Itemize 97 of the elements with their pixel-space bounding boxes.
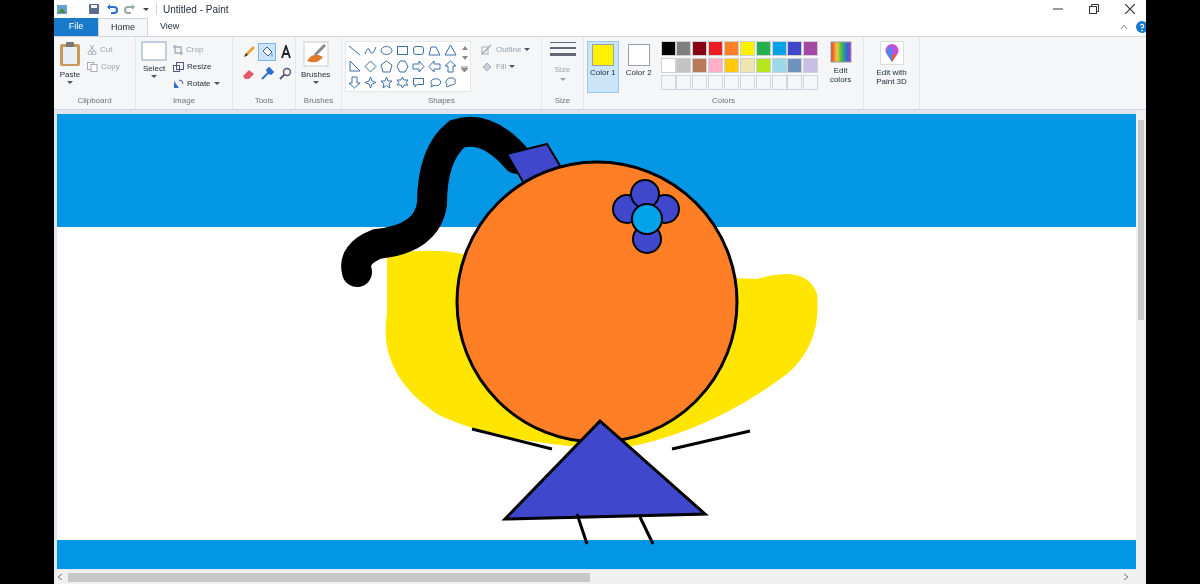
color-swatch[interactable] xyxy=(724,58,740,73)
shape-icon[interactable] xyxy=(412,44,425,57)
resize-button[interactable]: Resize xyxy=(173,58,220,75)
collapse-ribbon-icon[interactable] xyxy=(1120,24,1128,30)
fill-icon xyxy=(481,61,493,72)
color-swatch[interactable] xyxy=(724,41,740,56)
save-icon[interactable] xyxy=(88,3,100,15)
shape-icon[interactable] xyxy=(348,60,361,73)
group-label: Image xyxy=(172,95,196,107)
color-swatch[interactable] xyxy=(692,58,708,73)
spectrum-icon xyxy=(829,41,852,63)
group-label: Clipboard xyxy=(77,95,112,107)
redo-icon[interactable] xyxy=(124,3,136,15)
horizontal-scrollbar[interactable] xyxy=(54,570,1146,584)
color-swatch[interactable] xyxy=(708,58,724,73)
pencil-icon xyxy=(242,45,256,59)
eyedropper-icon xyxy=(260,67,275,81)
selection-icon xyxy=(141,41,167,61)
brushes-button[interactable]: Brushes xyxy=(299,41,333,84)
group-label: Brushes xyxy=(303,95,334,107)
rotate-button[interactable]: Rotate xyxy=(173,75,220,92)
scroll-down-icon[interactable] xyxy=(461,56,468,60)
ribbon-tab[interactable]: View xyxy=(148,18,192,36)
shape-icon[interactable] xyxy=(428,60,441,73)
group-label: Shapes xyxy=(427,95,456,107)
color-swatch[interactable] xyxy=(787,58,803,73)
maximize-icon[interactable] xyxy=(1089,4,1099,14)
color-swatch[interactable] xyxy=(739,41,755,56)
shape-icon[interactable] xyxy=(428,44,441,57)
paint-3d-button[interactable]: Edit with Paint 3D xyxy=(867,41,916,86)
text-icon xyxy=(278,45,293,59)
shape-icon[interactable] xyxy=(364,76,377,89)
close-icon[interactable] xyxy=(1125,4,1135,14)
color-swatch[interactable] xyxy=(676,58,692,73)
clipboard-icon xyxy=(59,41,81,67)
scroll-thumb[interactable] xyxy=(68,572,590,582)
group-label: Colors xyxy=(711,95,736,107)
select-button[interactable]: Select xyxy=(139,41,169,78)
shape-icon[interactable] xyxy=(380,44,393,57)
shape-icon[interactable] xyxy=(444,60,457,73)
edit-colors-button[interactable]: Edit colors xyxy=(821,41,860,84)
paint-bucket-icon xyxy=(260,45,275,59)
paste-button[interactable]: Paste xyxy=(57,41,83,84)
shape-icon[interactable] xyxy=(428,76,441,89)
color-swatch[interactable] xyxy=(708,41,724,56)
rotate-icon xyxy=(173,78,184,89)
shape-icon[interactable] xyxy=(380,60,393,73)
expand-gallery-icon[interactable] xyxy=(461,66,468,72)
paint-3d-icon xyxy=(879,41,904,65)
crop-icon xyxy=(173,44,183,55)
shape-icon[interactable] xyxy=(380,76,393,89)
color-swatch[interactable] xyxy=(803,58,819,73)
color-swatch[interactable] xyxy=(660,41,676,56)
scroll-left-icon[interactable] xyxy=(58,574,62,580)
color-swatch[interactable] xyxy=(803,41,819,56)
shape-icon[interactable] xyxy=(396,76,409,89)
eraser-icon xyxy=(242,67,256,81)
file-tab[interactable]: File xyxy=(54,18,98,36)
vertical-scrollbar[interactable] xyxy=(1136,110,1146,570)
color-swatch[interactable] xyxy=(787,41,803,56)
group-label: Tools xyxy=(254,95,274,107)
copy-icon xyxy=(87,61,98,72)
color-swatch[interactable] xyxy=(692,41,708,56)
shape-icon[interactable] xyxy=(412,60,425,73)
shape-icon[interactable] xyxy=(444,76,457,89)
help-icon[interactable] xyxy=(1136,21,1146,33)
group-label: Size xyxy=(554,95,571,107)
color-swatch[interactable] xyxy=(676,41,692,56)
shape-icon[interactable] xyxy=(396,60,409,73)
shape-icon[interactable] xyxy=(348,44,361,57)
shape-icon[interactable] xyxy=(396,44,409,57)
tool-button[interactable] xyxy=(258,43,277,61)
app-icon xyxy=(56,3,68,15)
shape-icon[interactable] xyxy=(444,44,457,57)
magnifier-icon xyxy=(278,67,293,81)
shape-icon[interactable] xyxy=(412,76,425,89)
outline-icon xyxy=(481,44,493,55)
color-swatch[interactable] xyxy=(771,41,787,56)
shape-icon[interactable] xyxy=(348,76,361,89)
scroll-up-icon[interactable] xyxy=(461,46,468,50)
scroll-right-icon[interactable] xyxy=(1124,574,1128,580)
color-selector[interactable]: Color 2 xyxy=(622,41,655,93)
scissors-icon xyxy=(87,44,97,55)
color-swatch[interactable] xyxy=(755,58,771,73)
customize-caret-icon[interactable] xyxy=(142,5,150,13)
color-swatch[interactable] xyxy=(660,58,676,73)
color-swatch[interactable] xyxy=(739,58,755,73)
color-selector[interactable]: Color 1 xyxy=(587,41,619,93)
shape-icon[interactable] xyxy=(364,44,377,57)
resize-icon xyxy=(173,61,184,72)
color-swatch[interactable] xyxy=(771,58,787,73)
scroll-thumb[interactable] xyxy=(1138,120,1144,320)
window-title: Untitled - Paint xyxy=(163,2,229,17)
undo-icon[interactable] xyxy=(106,3,118,15)
ribbon-tab[interactable]: Home xyxy=(98,18,148,36)
brush-icon xyxy=(302,41,329,67)
color-swatch[interactable] xyxy=(755,41,771,56)
